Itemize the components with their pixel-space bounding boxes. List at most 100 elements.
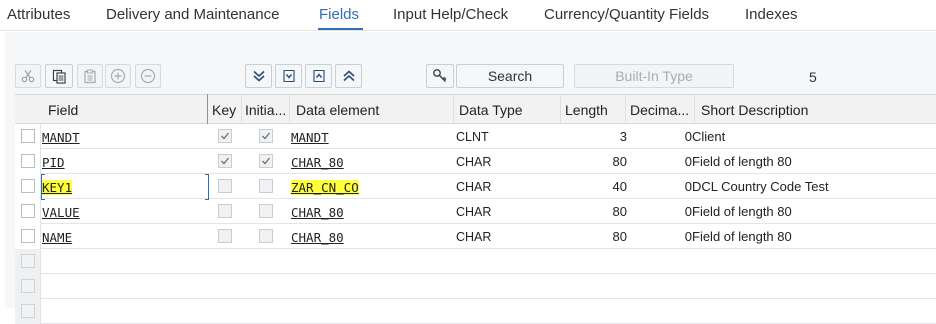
table-row[interactable]: VALUE CHAR_80 CHAR 80 0 Field of length … (15, 199, 936, 224)
length-cell: 80 (612, 229, 627, 244)
empty-row[interactable] (15, 249, 936, 274)
decimals-cell: 0 (684, 204, 692, 219)
row-selector[interactable] (15, 199, 41, 224)
scroll-down-icon (282, 69, 295, 83)
row-selector[interactable] (15, 124, 41, 149)
table-row[interactable]: MANDT MANDT CLNT 3 0 Client (15, 124, 936, 149)
column-header-key[interactable]: Key (212, 102, 236, 118)
data-element-cell[interactable]: ZAR_CN_CO (291, 180, 359, 195)
short-description-cell: Field of length 80 (692, 154, 792, 169)
tab-currency-quantity-fields[interactable]: Currency/Quantity Fields (544, 6, 709, 23)
checkmark-icon (262, 157, 271, 165)
short-description-cell: Client (692, 129, 726, 144)
column-header-field[interactable]: Field (48, 102, 78, 118)
column-header-short-description[interactable]: Short Description (701, 102, 808, 118)
copy-icon (52, 69, 66, 84)
data-type-cell: CLNT (456, 130, 489, 144)
row-selector[interactable] (15, 274, 41, 299)
tab-fields[interactable]: Fields (319, 6, 359, 23)
data-element-cell[interactable]: CHAR_80 (291, 205, 344, 220)
field-count: 5 (809, 69, 817, 85)
insert-row-button[interactable] (105, 64, 131, 88)
tab-input-help-check[interactable]: Input Help/Check (393, 6, 508, 23)
row-select-checkbox[interactable] (21, 204, 35, 218)
cut-button[interactable] (15, 64, 41, 88)
row-selector[interactable] (15, 149, 41, 174)
initial-checkbox (259, 179, 273, 193)
short-description-cell: DCL Country Code Test (692, 179, 829, 194)
scroll-bottom-icon (252, 70, 265, 82)
decimals-cell: 0 (684, 154, 692, 169)
key-checkbox (218, 179, 232, 193)
empty-row[interactable] (15, 274, 936, 299)
short-description-cell: Field of length 80 (692, 229, 792, 244)
data-element-cell[interactable]: MANDT (291, 130, 329, 145)
paste-button[interactable] (77, 64, 103, 88)
cut-icon (21, 70, 35, 83)
row-selector[interactable] (15, 224, 41, 249)
row-select-checkbox[interactable] (21, 179, 35, 193)
field-name-cell[interactable]: NAME (42, 230, 72, 245)
row-selector[interactable] (15, 174, 41, 199)
row-select-checkbox[interactable] (21, 304, 35, 318)
row-selector[interactable] (15, 299, 41, 324)
page-down-button[interactable] (275, 64, 302, 88)
checkmark-icon (221, 132, 230, 140)
key-checkbox (218, 204, 232, 218)
table-row[interactable]: KEY1 ZAR_CN_CO CHAR 40 0 DCL Country Cod… (15, 174, 936, 199)
tab-attributes[interactable]: Attributes (7, 6, 70, 23)
column-header-decimals[interactable]: Decima... (630, 102, 689, 118)
field-name-cell[interactable]: PID (42, 155, 65, 170)
decimals-cell: 0 (684, 179, 692, 194)
field-name-cell[interactable]: VALUE (42, 205, 80, 220)
short-description-cell: Field of length 80 (692, 204, 792, 219)
table-row[interactable]: PID CHAR_80 CHAR 80 0 Field of length 80 (15, 149, 936, 174)
tab-strip: Attributes Delivery and Maintenance Fiel… (0, 0, 936, 31)
decimals-cell: 0 (684, 129, 692, 144)
data-element-cell[interactable]: CHAR_80 (291, 230, 344, 245)
initial-checkbox (259, 129, 273, 143)
length-cell: 3 (619, 129, 627, 144)
checkmark-icon (262, 132, 271, 140)
decimals-cell: 0 (684, 229, 692, 244)
scroll-top-icon (342, 70, 355, 82)
length-cell: 40 (612, 179, 627, 194)
empty-row[interactable] (15, 299, 936, 324)
data-element-cell[interactable]: CHAR_80 (291, 155, 344, 170)
tab-indexes[interactable]: Indexes (745, 6, 798, 23)
paste-icon (84, 69, 96, 83)
row-selector[interactable] (15, 249, 41, 274)
row-select-checkbox[interactable] (21, 154, 35, 168)
cell-focus-marker (205, 174, 209, 200)
column-header-initial[interactable]: Initia... (245, 102, 286, 118)
row-select-checkbox[interactable] (21, 254, 35, 268)
key-checkbox (218, 129, 232, 143)
scroll-to-bottom-button[interactable] (245, 64, 272, 88)
copy-button[interactable] (45, 64, 73, 88)
cell-focus-marker (41, 174, 45, 200)
insert-row-icon (110, 68, 126, 84)
length-cell: 80 (612, 204, 627, 219)
tab-delivery-and-maintenance[interactable]: Delivery and Maintenance (106, 6, 279, 23)
column-header-length[interactable]: Length (565, 102, 608, 118)
search-help-button[interactable] (426, 64, 454, 88)
tab-divider (0, 30, 936, 31)
table-toolbar: Search Built-In Type 5 (5, 32, 936, 94)
row-select-checkbox[interactable] (21, 129, 35, 143)
table-row[interactable]: NAME CHAR_80 CHAR 80 0 Field of length 8… (15, 224, 936, 249)
field-name-cell[interactable]: MANDT (42, 130, 80, 145)
built-in-type-button[interactable]: Built-In Type (574, 64, 734, 88)
column-header-data-type[interactable]: Data Type (459, 102, 523, 118)
delete-row-button[interactable] (135, 64, 161, 88)
initial-checkbox (259, 204, 273, 218)
key-checkbox (218, 154, 232, 168)
column-header-data-element[interactable]: Data element (296, 102, 379, 118)
row-select-checkbox[interactable] (21, 279, 35, 293)
row-select-checkbox[interactable] (21, 229, 35, 243)
delete-row-icon (140, 68, 156, 84)
page-up-button[interactable] (305, 64, 332, 88)
field-name-cell[interactable]: KEY1 (42, 180, 73, 195)
search-button[interactable]: Search (456, 64, 564, 88)
data-type-cell: CHAR (456, 180, 492, 194)
scroll-to-top-button[interactable] (335, 64, 362, 88)
